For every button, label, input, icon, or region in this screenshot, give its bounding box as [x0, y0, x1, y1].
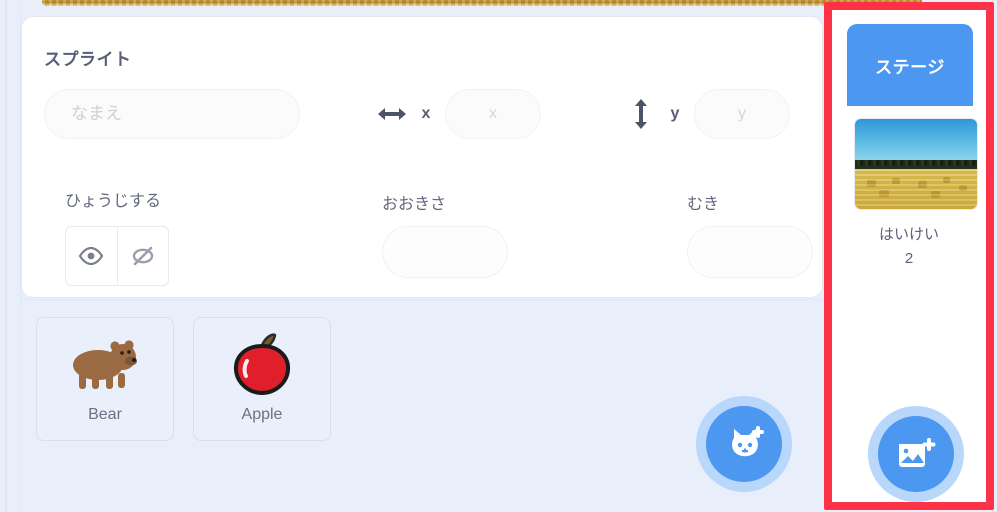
image-plus-icon [878, 416, 954, 492]
sprite-name-input[interactable] [44, 89, 300, 139]
stage-panel[interactable]: ステージ はいけい 2 [832, 10, 986, 502]
list-item-label: Apple [241, 406, 283, 423]
show-label: ひょうじする [65, 193, 162, 210]
stage-header-label: ステージ [875, 57, 945, 77]
stage-header[interactable]: ステージ [847, 24, 973, 106]
sprite-y-group: y [626, 89, 790, 139]
list-item[interactable]: Bear [36, 317, 174, 441]
visibility-toggle[interactable] [65, 226, 169, 286]
sprite-direction-input[interactable] [687, 226, 813, 278]
add-sprite-button[interactable] [696, 396, 792, 492]
sprite-y-label: y [670, 105, 680, 122]
eye-slash-icon [130, 245, 156, 267]
cat-plus-icon [706, 406, 782, 482]
backdrop-field [855, 169, 977, 209]
show-hidden-button[interactable] [116, 227, 169, 285]
arrows-horizontal-icon [377, 100, 407, 128]
left-edge-rule [5, 0, 7, 512]
show-visible-button[interactable] [66, 227, 117, 285]
sprite-list: Bear Apple [21, 299, 823, 512]
sprite-x-input[interactable] [445, 89, 541, 139]
add-backdrop-button[interactable] [868, 406, 964, 502]
sprite-info-panel: スプライト x [21, 16, 823, 298]
eye-icon [78, 247, 104, 265]
bear-icon [62, 332, 148, 398]
sprite-size-input[interactable] [382, 226, 508, 278]
sprite-x-label: x [421, 105, 431, 122]
sprite-stage-screen: スプライト x [0, 0, 997, 512]
sprite-y-input[interactable] [694, 89, 790, 139]
apple-icon [219, 332, 305, 398]
backdrop-count: 2 [904, 250, 914, 267]
stage-panel-highlight: ステージ はいけい 2 [824, 2, 994, 510]
backdrop-label: はいけい [878, 226, 939, 243]
direction-label: むき [687, 196, 720, 213]
backdrop-sky [855, 119, 977, 166]
page-title: スプライト [44, 50, 132, 69]
backdrop-thumbnail[interactable] [854, 118, 978, 210]
stage-backdrop-strip [42, 0, 922, 6]
sprite-x-group: x [377, 89, 541, 139]
list-item[interactable]: Apple [193, 317, 331, 441]
size-label: おおきさ [382, 196, 447, 213]
arrows-vertical-icon [626, 99, 656, 129]
list-item-label: Bear [88, 406, 122, 423]
